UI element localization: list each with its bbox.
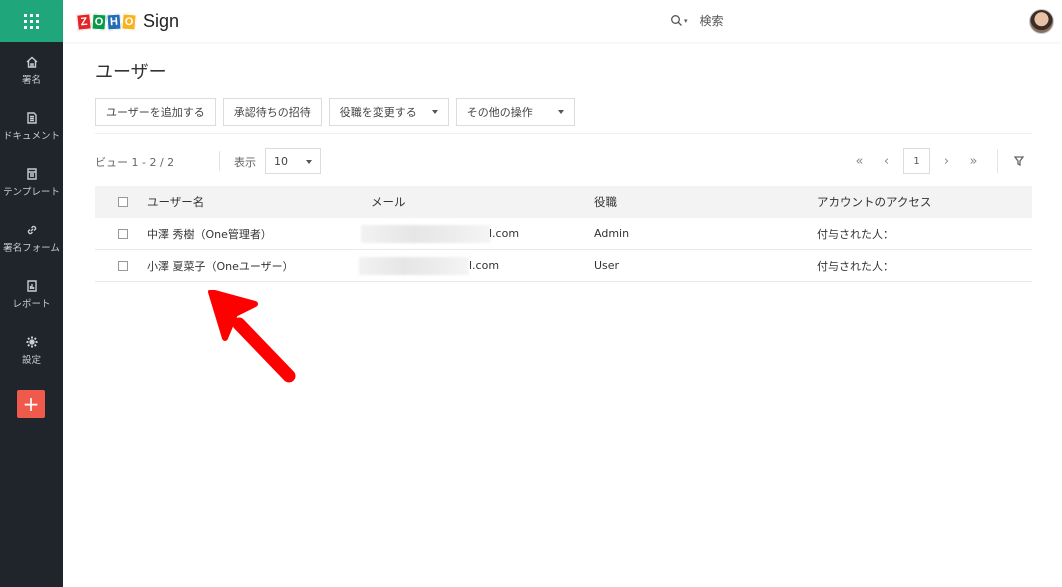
user-email-cell: l.com [361, 218, 594, 249]
logo-letter: O [91, 13, 107, 30]
column-header-access[interactable]: アカウントのアクセス [817, 194, 1032, 210]
logo-letter: O [121, 12, 137, 31]
chevron-down-icon [306, 160, 312, 164]
table-header: ユーザー名 メール 役職 アカウントのアクセス [95, 186, 1032, 218]
pagination: « ‹ 1 › » [846, 147, 1032, 175]
sidebar-item-documents[interactable]: ドキュメント [0, 98, 63, 154]
toolbar: ユーザーを追加する 承認待ちの招待 役職を変更する その他の操作 [95, 98, 575, 126]
redacted-email [359, 257, 469, 275]
apps-menu-button[interactable] [0, 0, 63, 42]
user-name[interactable]: 中澤 秀樹（One管理者） [147, 226, 371, 242]
user-name[interactable]: 小澤 夏菜子（Oneユーザー） [147, 258, 371, 274]
column-header-email[interactable]: メール [371, 186, 594, 218]
user-role: Admin [594, 227, 630, 240]
sidebar-item-templates[interactable]: テンプレート [0, 154, 63, 210]
logo-letter: H [106, 13, 122, 30]
prev-page-button[interactable]: ‹ [873, 154, 900, 169]
select-all-checkbox[interactable] [118, 197, 128, 207]
current-page[interactable]: 1 [903, 148, 930, 174]
sidebar-item-reports[interactable]: レポート [0, 266, 63, 322]
column-header-name[interactable]: ユーザー名 [147, 194, 371, 210]
top-bar: Z O H O Sign ▾ 検索 [63, 0, 1062, 42]
user-email-cell: l.com [359, 250, 594, 281]
filter-button[interactable] [1006, 156, 1032, 166]
sidebar-item-label: 設定 [21, 354, 41, 366]
sidebar-item-sign[interactable]: 署名 [0, 42, 63, 98]
sidebar-item-label: 署名フォーム [3, 242, 60, 254]
user-access: 付与された人： [817, 259, 894, 273]
change-role-dropdown[interactable]: 役職を変更する [328, 98, 449, 126]
users-table: ユーザー名 メール 役職 アカウントのアクセス 中澤 秀樹（One管理者） l.… [95, 186, 1032, 282]
first-page-button[interactable]: « [846, 154, 873, 169]
zoho-sign-logo[interactable]: Z O H O Sign [76, 11, 180, 32]
user-access: 付与された人： [817, 227, 894, 241]
divider [95, 133, 1032, 134]
sidebar-item-label: 署名 [21, 74, 41, 86]
next-page-button[interactable]: › [933, 154, 960, 169]
document-icon [26, 111, 37, 124]
redacted-email [361, 225, 491, 243]
page-size-select[interactable]: 10 [265, 148, 321, 174]
search-button[interactable]: ▾ 検索 [670, 12, 724, 29]
red-arrow-annotation [208, 290, 296, 383]
table-row[interactable]: 小澤 夏菜子（Oneユーザー） l.com User 付与された人： [95, 250, 1032, 282]
sidebar-item-label: テンプレート [3, 186, 60, 198]
view-controls: ビュー 1 - 2 / 2 表示 10 « ‹ 1 › » [95, 147, 1032, 175]
product-name: Sign [143, 11, 180, 31]
column-header-role[interactable]: 役職 [594, 194, 817, 210]
page-size-value: 10 [274, 154, 288, 168]
sidebar: 署名 ドキュメント テンプレート 署名フォーム レポート 設定 + [0, 0, 63, 587]
report-icon [26, 279, 37, 292]
user-role: User [594, 259, 620, 272]
sidebar-item-label: レポート [12, 298, 51, 310]
filter-icon [1014, 156, 1024, 166]
row-checkbox[interactable] [118, 228, 128, 239]
user-email: l.com [489, 227, 520, 240]
link-icon [27, 225, 36, 234]
logo-letter: Z [76, 12, 92, 31]
template-icon [26, 167, 37, 180]
page-title: ユーザー [95, 62, 167, 83]
gear-icon [26, 336, 37, 347]
show-label: 表示 [234, 156, 256, 169]
change-role-label: 役職を変更する [339, 106, 417, 119]
add-button[interactable]: + [17, 390, 45, 418]
apps-grid-icon [24, 13, 39, 29]
user-email: l.com [469, 259, 500, 272]
home-icon [26, 56, 37, 68]
other-actions-label: その他の操作 [466, 106, 533, 119]
sidebar-item-sign-forms[interactable]: 署名フォーム [0, 210, 63, 266]
row-checkbox[interactable] [118, 260, 128, 271]
sidebar-item-settings[interactable]: 設定 [0, 322, 63, 378]
divider [997, 149, 998, 173]
table-row[interactable]: 中澤 秀樹（One管理者） l.com Admin 付与された人： [95, 218, 1032, 250]
last-page-button[interactable]: » [960, 154, 987, 169]
chevron-down-icon: ▾ [684, 16, 688, 25]
sidebar-item-label: ドキュメント [2, 130, 60, 142]
avatar[interactable] [1029, 9, 1054, 34]
chevron-down-icon [557, 110, 564, 114]
other-actions-dropdown[interactable]: その他の操作 [455, 98, 575, 126]
pending-invites-button[interactable]: 承認待ちの招待 [222, 98, 322, 126]
search-label: 検索 [699, 14, 724, 28]
search-icon [671, 15, 682, 26]
view-count: ビュー 1 - 2 / 2 [95, 156, 175, 169]
chevron-down-icon [431, 110, 438, 114]
divider [219, 151, 220, 171]
add-user-button[interactable]: ユーザーを追加する [95, 98, 216, 126]
